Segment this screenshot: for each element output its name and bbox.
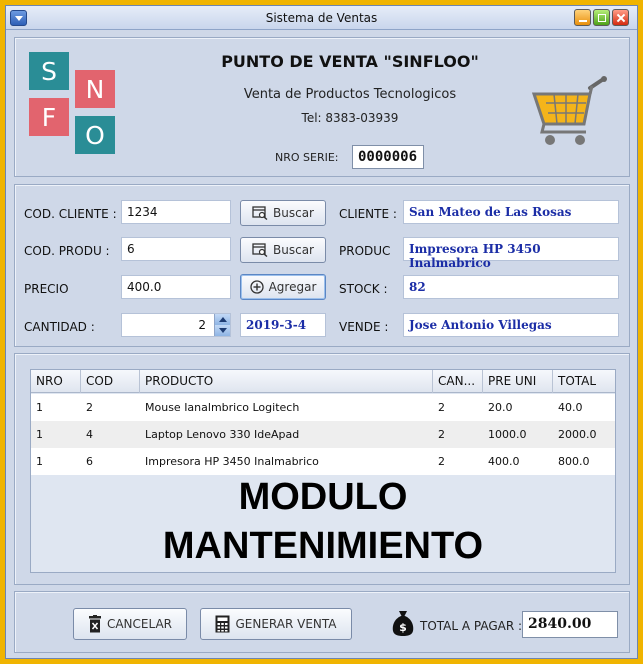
store-subtitle: Venta de Productos Tecnologicos [243,87,457,102]
cantidad-value: 2 [198,318,206,332]
stock-label: STOCK : [339,282,388,296]
cell-cantidad: 2 [438,401,445,414]
produc-label: PRODUC [339,244,391,258]
vende-field: Jose Antonio Villegas [403,313,619,337]
cantidad-spinner[interactable]: 2 [121,313,231,337]
trash-icon [88,615,101,633]
buscar-producto-button[interactable]: Buscar [240,237,326,263]
footer-panel: CANCELAR GENERAR VENTA $ TOTAL A PAGAR :… [14,591,630,653]
serie-field: 0000006 [352,145,424,169]
money-bag-icon: $ [392,611,414,636]
search-window-icon [252,243,268,257]
cell-producto: Mouse Ianalmbrico Logitech [145,401,300,414]
header-panel: S N F O PUNTO DE VENTA "SINFLOO" Venta d… [14,37,630,177]
cell-cod: 2 [86,401,93,414]
cell-pre-uni: 1000.0 [488,428,527,441]
table-panel: NRO COD PRODUCTO CAN... PRE UNI TOTAL 1 … [14,353,630,585]
cell-cantidad: 2 [438,455,445,468]
overlay-title-line2: MANTENIMIENTO [162,525,484,567]
cell-total: 40.0 [558,401,583,414]
fecha-field: 2019-3-4 [240,313,326,337]
add-circle-icon [249,280,264,294]
cell-cantidad: 2 [438,428,445,441]
calculator-icon [215,615,230,633]
table-header: NRO COD PRODUCTO CAN... PRE UNI TOTAL [31,370,615,393]
total-label: TOTAL A PAGAR : [420,619,523,633]
buscar-cliente-button[interactable]: Buscar [240,200,326,226]
window-title: Sistema de Ventas [265,11,378,25]
cancelar-button[interactable]: CANCELAR [73,608,187,640]
cod-produ-input[interactable]: 6 [121,237,231,261]
svg-text:$: $ [399,621,407,634]
minimize-button[interactable] [574,9,591,26]
cell-nro: 1 [36,428,43,441]
cell-pre-uni: 20.0 [488,401,513,414]
spin-up-button[interactable] [214,314,230,325]
main-window: Sistema de Ventas S N F O PUNTO DE VENTA… [5,5,638,659]
generar-venta-label: GENERAR VENTA [235,617,337,631]
maximize-button[interactable] [593,9,610,26]
produc-field: Impresora HP 3450 Inalmabrico [403,237,619,270]
cod-produ-label: COD. PRODU : [24,244,110,258]
cell-total: 2000.0 [558,428,597,441]
col-pre-uni[interactable]: PRE UNI [483,370,553,393]
cell-nro: 1 [36,401,43,414]
form-panel: COD. CLIENTE : 1234 COD. PRODU : 6 PRECI… [14,184,630,347]
store-phone: Tel: 8383-03939 [301,111,399,125]
spin-down-button[interactable] [214,325,230,336]
total-field: 2840.00 [522,611,618,638]
cell-pre-uni: 400.0 [488,455,520,468]
cliente-label: CLIENTE : [339,207,397,221]
logo-tile-o: O [75,116,115,154]
cell-nro: 1 [36,455,43,468]
logo-tile-s: S [29,52,69,90]
cod-cliente-input[interactable]: 1234 [121,200,231,224]
col-total[interactable]: TOTAL [553,370,615,393]
table-row[interactable]: 1 6 Impresora HP 3450 Inalmabrico 2 400.… [31,448,615,475]
shopping-cart-icon [531,76,607,145]
logo: S N F O [29,52,127,164]
precio-label: PRECIO [24,282,69,296]
cell-producto: Laptop Lenovo 330 IdeApad [145,428,300,441]
cancelar-label: CANCELAR [106,617,173,631]
buscar-cliente-label: Buscar [273,206,314,220]
generar-venta-button[interactable]: GENERAR VENTA [200,608,352,640]
table-row[interactable]: 1 2 Mouse Ianalmbrico Logitech 2 20.0 40… [31,394,615,421]
table-row[interactable]: 1 4 Laptop Lenovo 330 IdeApad 2 1000.0 2… [31,421,615,448]
col-producto[interactable]: PRODUCTO [140,370,433,393]
vende-label: VENDE : [339,320,389,334]
cell-total: 800.0 [558,455,590,468]
cod-cliente-label: COD. CLIENTE : [24,207,117,221]
col-cantidad[interactable]: CAN... [433,370,483,393]
close-button[interactable] [612,9,629,26]
cantidad-label: CANTIDAD : [24,320,95,334]
col-nro[interactable]: NRO [31,370,81,393]
cliente-field: San Mateo de Las Rosas [403,200,619,224]
agregar-button[interactable]: Agregar [240,274,326,300]
agregar-label: Agregar [268,280,317,294]
col-cod[interactable]: COD [81,370,140,393]
cell-cod: 4 [86,428,93,441]
store-title: PUNTO DE VENTA "SINFLOO" [221,52,479,71]
stock-field: 82 [403,275,619,299]
logo-tile-f: F [29,98,69,136]
cell-producto: Impresora HP 3450 Inalmabrico [145,455,319,468]
buscar-producto-label: Buscar [273,243,314,257]
search-window-icon [252,206,268,220]
logo-tile-n: N [75,70,115,108]
overlay-title-line1: MODULO [238,476,408,518]
title-bar: Sistema de Ventas [6,6,637,30]
serie-label: NRO SERIE: [275,151,339,164]
precio-input[interactable]: 400.0 [121,275,231,299]
cell-cod: 6 [86,455,93,468]
